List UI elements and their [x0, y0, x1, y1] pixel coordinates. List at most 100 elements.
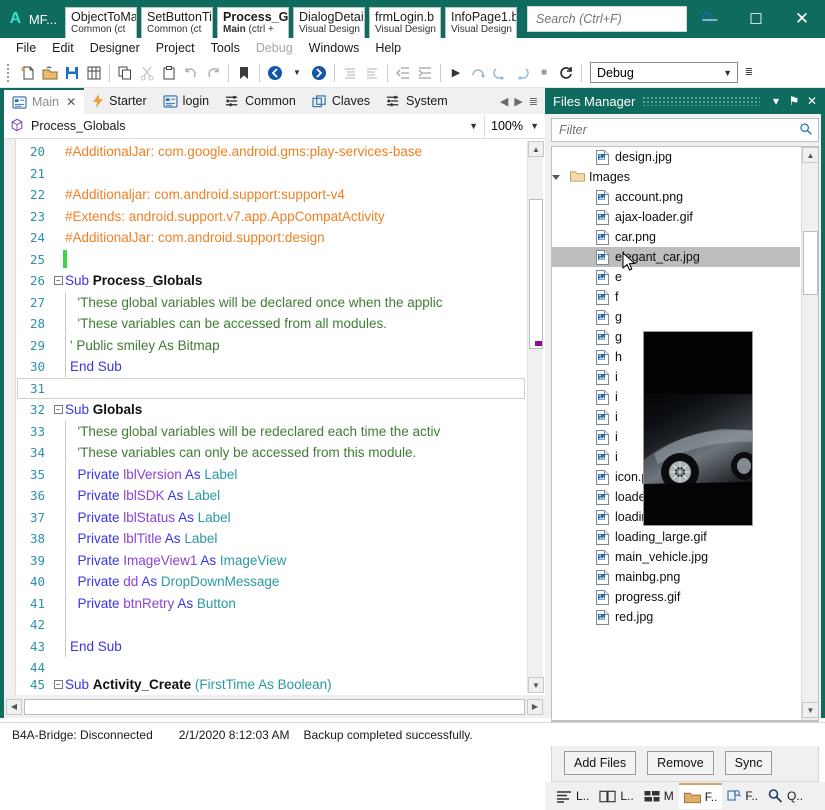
expand-collapse-icon[interactable] — [552, 173, 566, 182]
files-filter-input[interactable] — [557, 122, 799, 138]
editor-tab-login[interactable]: login — [155, 88, 217, 114]
editor-tab-starter[interactable]: Starter — [84, 88, 155, 114]
global-search-box[interactable] — [527, 6, 687, 32]
editor-tab-system[interactable]: System — [378, 88, 456, 114]
document-tab[interactable]: InfoPage1.bVisual Design — [445, 7, 517, 40]
fold-toggle[interactable]: − — [51, 680, 65, 689]
files-filter-box[interactable] — [551, 118, 819, 142]
restart-icon[interactable] — [555, 62, 577, 84]
tree-file-item[interactable]: mainbg.png — [552, 567, 800, 587]
code-line[interactable]: 30End Sub — [17, 356, 525, 378]
tree-folder-item[interactable]: Images — [552, 167, 800, 187]
panel-tab-modules[interactable]: M — [639, 783, 679, 809]
run-icon[interactable]: ▶ — [445, 62, 467, 84]
code-line[interactable]: 39 Private ImageView1 As ImageView — [17, 550, 525, 572]
comment-block-icon[interactable] — [339, 62, 361, 84]
navigate-back-dropdown-icon[interactable]: ▼ — [286, 62, 308, 84]
bookmark-icon[interactable] — [233, 62, 255, 84]
minimize-button[interactable]: — — [687, 0, 733, 38]
build-configuration-select[interactable]: Debug ▼ — [590, 62, 738, 83]
editor-tab-common[interactable]: Common — [217, 88, 304, 114]
tree-file-item[interactable]: account.png — [552, 187, 800, 207]
code-line[interactable]: 45−Sub Activity_Create (FirstTime As Boo… — [17, 679, 525, 691]
step-out-icon[interactable] — [511, 62, 533, 84]
code-line[interactable]: 31 — [17, 378, 525, 400]
cut-icon[interactable] — [136, 62, 158, 84]
copy-icon[interactable] — [114, 62, 136, 84]
panel-tab-files[interactable]: F.. — [679, 783, 723, 809]
panel-pin-icon[interactable]: ⚑ — [785, 94, 803, 108]
zoom-selector[interactable]: 100% ▼ — [485, 115, 545, 138]
panel-tab-logs[interactable]: L.. — [551, 783, 594, 809]
code-line[interactable]: 21 — [17, 163, 525, 185]
document-tab[interactable]: ObjectToMаCommon (ct — [65, 7, 137, 40]
menu-item-designer[interactable]: Designer — [82, 41, 148, 55]
panel-tab-libraries[interactable]: L.. — [594, 783, 638, 809]
document-tab[interactable]: SetButtonTiCommon (ct — [141, 7, 213, 40]
menu-item-file[interactable]: File — [8, 41, 44, 55]
code-editor[interactable]: 20#AdditionalJar: com.google.android.gms… — [4, 139, 545, 695]
panel-tab-find[interactable]: F.. — [722, 783, 763, 809]
code-line[interactable]: 35 Private lblVersion As Label — [17, 464, 525, 486]
add-files-button[interactable]: Add Files — [564, 751, 636, 775]
outdent-icon[interactable] — [392, 62, 414, 84]
hscroll-thumb[interactable] — [24, 699, 525, 715]
remove-button[interactable]: Remove — [647, 751, 714, 775]
code-line[interactable]: 43End Sub — [17, 636, 525, 658]
indent-icon[interactable] — [414, 62, 436, 84]
fold-toggle[interactable]: − — [51, 276, 65, 285]
code-line[interactable]: 28 'These variables can be accessed from… — [17, 313, 525, 335]
step-over-icon[interactable] — [467, 62, 489, 84]
code-line[interactable]: 20#AdditionalJar: com.google.android.gms… — [17, 141, 525, 163]
tab-scroll-left-icon[interactable]: ◀ — [497, 95, 511, 108]
code-line[interactable]: 38 Private lblTitle As Label — [17, 528, 525, 550]
tab-scroll-right-icon[interactable]: ▶ — [511, 95, 525, 108]
document-tab[interactable]: Process_GlMain (ctrl + — [217, 7, 289, 40]
menu-item-tools[interactable]: Tools — [203, 41, 248, 55]
code-line[interactable]: 23#Extends: android.support.v7.app.AppCo… — [17, 206, 525, 228]
editor-tab-claves[interactable]: Claves — [304, 88, 378, 114]
tree-file-item[interactable]: red.jpg — [552, 607, 800, 627]
open-file-icon[interactable] — [39, 62, 61, 84]
document-tab[interactable]: DialogDetaiVisual Design — [293, 7, 365, 40]
sync-button[interactable]: Sync — [725, 751, 773, 775]
scroll-up-button[interactable]: ▲ — [528, 141, 544, 157]
toolbar-grip[interactable] — [7, 64, 14, 82]
navigate-forward-icon[interactable] — [308, 62, 330, 84]
code-line[interactable]: 32−Sub Globals — [17, 399, 525, 421]
scope-selector[interactable]: Process_Globals ▼ — [4, 115, 485, 138]
code-line[interactable]: 26−Sub Process_Globals — [17, 270, 525, 292]
code-line[interactable]: 41 Private btnRetry As Button — [17, 593, 525, 615]
tab-list-icon[interactable]: ≣ — [526, 95, 541, 108]
scroll-thumb[interactable] — [529, 199, 543, 349]
fold-toggle[interactable]: − — [51, 405, 65, 414]
tree-file-item[interactable]: loading_large.gif — [552, 527, 800, 547]
menu-item-help[interactable]: Help — [367, 41, 409, 55]
uncomment-block-icon[interactable] — [361, 62, 383, 84]
tree-file-item[interactable]: e — [552, 267, 800, 287]
maximize-button[interactable]: ☐ — [733, 0, 779, 38]
panel-tab-quick-search[interactable]: Q.. — [763, 783, 808, 809]
save-icon[interactable] — [61, 62, 83, 84]
code-line[interactable]: 37 Private lblStatus As Label — [17, 507, 525, 529]
tree-file-item[interactable]: design.jpg — [552, 147, 800, 167]
navigate-back-icon[interactable] — [264, 62, 286, 84]
scroll-down-button[interactable]: ▼ — [528, 677, 544, 693]
menu-item-windows[interactable]: Windows — [301, 41, 368, 55]
tree-file-item[interactable]: progress.gif — [552, 587, 800, 607]
files-tree-vertical-scrollbar[interactable]: ▲ ▼ — [801, 147, 818, 720]
code-line[interactable]: 40 Private dd As DropDownMessage — [17, 571, 525, 593]
menu-item-project[interactable]: Project — [148, 41, 203, 55]
new-file-icon[interactable] — [17, 62, 39, 84]
code-line[interactable]: 44 — [17, 657, 525, 679]
editor-tab-main[interactable]: Main✕ — [4, 88, 84, 114]
tree-file-item[interactable]: g — [552, 307, 800, 327]
document-tab[interactable]: frmLogin.bVisual Design — [369, 7, 441, 40]
paste-icon[interactable] — [158, 62, 180, 84]
files-tree[interactable]: design.jpgImagesaccount.pngajax-loader.g… — [551, 146, 819, 721]
code-line[interactable]: 42 — [17, 614, 525, 636]
editor-horizontal-scrollbar[interactable]: ◀ ▶ — [4, 695, 545, 718]
save-all-icon[interactable] — [83, 62, 105, 84]
scroll-left-button[interactable]: ◀ — [6, 699, 22, 715]
tree-file-item[interactable]: main_vehicle.jpg — [552, 547, 800, 567]
